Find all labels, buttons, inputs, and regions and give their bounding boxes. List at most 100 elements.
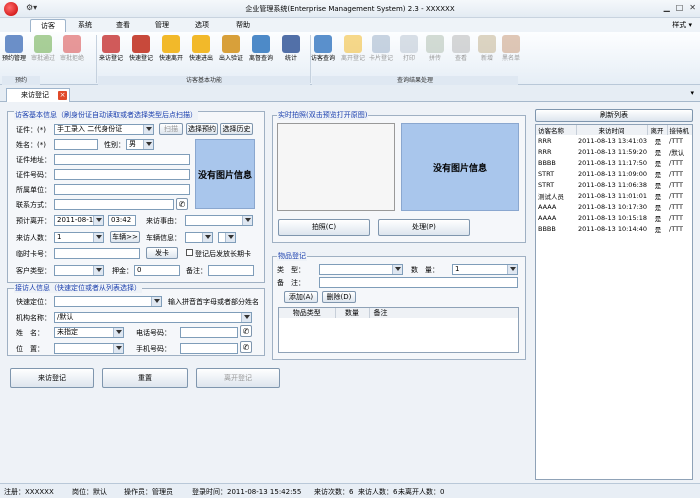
ribbon-button-1[interactable]: 审批通过 <box>28 35 58 63</box>
gender-select[interactable]: 男 <box>126 139 154 150</box>
card-number-input[interactable] <box>54 248 140 259</box>
phone-icon[interactable]: ✆ <box>176 198 188 210</box>
reset-button[interactable]: 重置 <box>102 368 188 388</box>
ribbon-button-0[interactable]: 预约管理 <box>0 35 29 63</box>
process-button[interactable]: 处理(P) <box>378 219 470 236</box>
ribbon-button-11[interactable]: 离开登记 <box>338 35 368 63</box>
item-remark-input[interactable] <box>319 277 518 288</box>
vehicle-button[interactable]: 车辆>> <box>110 231 140 243</box>
quick-locate-select[interactable] <box>54 296 162 307</box>
menu-tab-help[interactable]: 帮助(H) <box>226 19 260 41</box>
ribbon-button-label: 统计 <box>284 55 297 62</box>
menu-tab-manage[interactable]: 管理(C) <box>145 19 179 41</box>
menu-tab-visitor[interactable]: 访客(F) <box>30 19 66 42</box>
camera-preview[interactable] <box>277 123 395 211</box>
ribbon-button-17[interactable]: 黑名单 <box>496 35 526 63</box>
column-header[interactable]: 访客名称 <box>536 125 577 135</box>
ribbon-button-6[interactable]: 快速进出 <box>186 35 216 63</box>
position-label: 位 置： <box>16 345 44 353</box>
ribbon-button-5[interactable]: 快速离开 <box>156 35 186 63</box>
table-row[interactable]: 测试人员 2011-08-13 11:01:01 是/TTT <box>536 190 692 201</box>
visitor-count-select[interactable]: 1 <box>54 232 104 243</box>
mobile-input[interactable] <box>180 343 238 354</box>
column-header[interactable]: 物品类型 <box>279 308 336 318</box>
remark-input[interactable] <box>208 265 254 276</box>
menu-tab-view[interactable]: 查看(V) <box>106 19 140 41</box>
column-header[interactable]: 备注 <box>369 308 518 318</box>
toolbar-icon <box>314 35 332 53</box>
add-item-button[interactable]: 添加(A) <box>284 291 318 303</box>
ribbon-button-4[interactable]: 快速登记 <box>126 35 156 63</box>
item-qty-select[interactable]: 1 <box>452 264 518 275</box>
vehicle-info-select[interactable] <box>185 232 213 243</box>
minimize-icon[interactable]: ▁ <box>664 3 670 12</box>
customer-type-select[interactable] <box>54 265 104 276</box>
scan-button[interactable]: 扫描 <box>159 123 183 135</box>
address-input[interactable] <box>54 154 190 165</box>
table-row[interactable]: BBBB 2011-08-13 11:17:50 是/TTT <box>536 157 692 168</box>
shoot-button[interactable]: 拍照(C) <box>278 219 370 236</box>
table-row[interactable]: AAAA 2011-08-13 10:15:18 是/TTT <box>536 212 692 223</box>
visitor-list[interactable]: 访客名称 来访时间 离开 接待机 RRR 2011-08-13 13:41:03 是… <box>535 124 693 480</box>
tab-close-icon[interactable]: × <box>58 91 67 100</box>
column-header[interactable]: 接待机 <box>667 125 692 135</box>
maximize-icon[interactable]: □ <box>676 3 684 12</box>
table-cell: /TTT <box>669 213 683 222</box>
table-row[interactable]: STRT 2011-08-13 11:06:38 是/TTT <box>536 179 692 190</box>
id-number-input[interactable] <box>54 169 190 180</box>
contact-input[interactable] <box>54 199 174 210</box>
issue-card-button[interactable]: 发卡 <box>146 247 178 259</box>
table-row[interactable]: BBBB 2011-08-13 10:14:40 是/TTT <box>536 223 692 234</box>
toolbar-icon <box>282 35 300 53</box>
tel-input[interactable] <box>180 327 238 338</box>
column-header[interactable]: 离开 <box>647 125 668 135</box>
visitor-count-label: 来访人数： <box>16 234 51 242</box>
leave-date-picker[interactable]: 2011-08-14 <box>54 215 104 226</box>
org-select[interactable]: /默认 <box>54 312 252 323</box>
ribbon-button-9[interactable]: 统计 <box>276 35 306 63</box>
id-type-select[interactable]: 手工录入 二代身份证 <box>54 124 154 135</box>
phone-icon[interactable]: ✆ <box>240 325 252 337</box>
column-header[interactable]: 来访时间 <box>576 125 648 135</box>
chevron-down-icon <box>205 235 211 239</box>
refresh-list-button[interactable]: 刷新列表 <box>535 109 693 122</box>
long-term-card-checkbox[interactable] <box>186 249 193 256</box>
tab-list-icon[interactable]: ▾ <box>690 89 694 97</box>
items-table-grid: 物品类型 数量 备注 <box>279 308 518 318</box>
table-row[interactable]: AAAA 2011-08-13 10:17:30 是/TTT <box>536 201 692 212</box>
table-row[interactable]: RRR 2011-08-13 11:59:20 是/默认 <box>536 146 692 157</box>
deposit-input[interactable]: 0 <box>134 265 180 276</box>
id-type-label: 证件：(*) <box>16 126 46 134</box>
ribbon-button-3[interactable]: 来访登记 <box>96 35 126 63</box>
items-table[interactable]: 物品类型 数量 备注 <box>278 307 519 353</box>
close-icon[interactable]: ✕ <box>689 3 696 12</box>
menu-tab-system[interactable]: 系统(S) <box>68 19 102 41</box>
menu-tab-options[interactable]: 选项(O) <box>185 19 219 41</box>
ribbon-button-2[interactable]: 审批拒绝 <box>57 35 87 63</box>
vehicle-info-select-2[interactable] <box>218 232 236 243</box>
table-row[interactable]: STRT 2011-08-13 11:09:00 是/TTT <box>536 168 692 179</box>
ribbon-button-8[interactable]: 离督查询 <box>246 35 276 63</box>
leave-time-spinner[interactable]: 03:42 <box>108 215 136 226</box>
name-input[interactable] <box>54 139 98 150</box>
host-name-select[interactable]: 未指定 <box>54 327 124 338</box>
choose-history-button[interactable]: 选择历史 <box>220 123 253 135</box>
item-type-select[interactable] <box>319 264 403 275</box>
choose-booking-button[interactable]: 选择预约 <box>186 123 218 135</box>
style-menu[interactable]: 样式 ▾ <box>672 20 692 30</box>
position-select[interactable] <box>54 343 124 354</box>
unit-input[interactable] <box>54 184 190 195</box>
register-visit-button[interactable]: 来访登记 <box>10 368 94 388</box>
reason-select[interactable] <box>185 215 253 226</box>
leave-register-button[interactable]: 离开登记 <box>196 368 280 388</box>
table-row[interactable]: RRR 2011-08-13 13:41:03 是/TTT <box>536 135 692 146</box>
ribbon-button-7[interactable]: 出入验证 <box>216 35 246 63</box>
delete-item-button[interactable]: 删除(D) <box>322 291 356 303</box>
ribbon-button-12[interactable]: 卡片登记 <box>366 35 396 63</box>
tab-visitor-register[interactable]: 来访登记 × <box>6 88 70 102</box>
column-header[interactable]: 数量 <box>335 308 370 318</box>
ribbon-button-10[interactable]: 访客查询 <box>308 35 338 63</box>
table-cell: 是 <box>654 192 662 201</box>
table-cell: BBBB <box>538 158 556 167</box>
phone-icon[interactable]: ✆ <box>240 341 252 353</box>
